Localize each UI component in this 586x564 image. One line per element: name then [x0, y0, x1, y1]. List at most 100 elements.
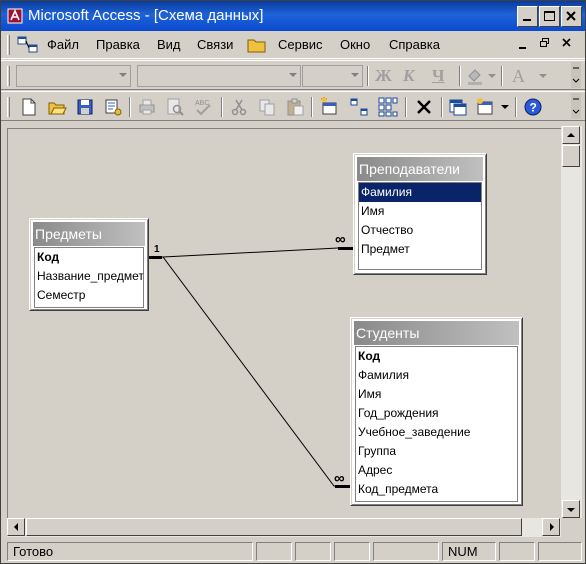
- dropdown-arrow-icon[interactable]: [488, 74, 496, 78]
- child-close-icon[interactable]: [561, 37, 573, 49]
- new-document-icon[interactable]: [19, 97, 39, 117]
- font-color-button[interactable]: A: [512, 66, 525, 87]
- show-table-icon[interactable]: [319, 97, 339, 117]
- cut-icon[interactable]: [229, 97, 249, 117]
- relationships-canvas[interactable]: 1 ∞ ∞ Предметы Код Название_предмета Сем…: [7, 128, 561, 518]
- spelling-icon[interactable]: ABC: [193, 97, 213, 117]
- delete-icon[interactable]: [414, 97, 434, 117]
- field-item[interactable]: Предмет: [359, 240, 481, 259]
- field-item[interactable]: Год_рождения: [356, 404, 517, 423]
- menu-window[interactable]: Окно: [340, 37, 370, 52]
- menu-view[interactable]: Вид: [157, 37, 181, 52]
- field-item[interactable]: Имя: [356, 385, 517, 404]
- relationships-window-icon[interactable]: [17, 35, 39, 55]
- field-item[interactable]: Код: [356, 347, 517, 366]
- toolbar-separator: [221, 97, 223, 117]
- table-teachers-title[interactable]: Преподаватели: [357, 157, 483, 181]
- field-item[interactable]: Название_предмета: [35, 267, 143, 286]
- print-preview-icon[interactable]: [165, 97, 185, 117]
- close-button[interactable]: [561, 6, 582, 27]
- vertical-scrollbar[interactable]: [561, 126, 582, 519]
- object-combo[interactable]: [16, 65, 131, 87]
- table-students-fields[interactable]: Код Фамилия Имя Год_рождения Учебное_зав…: [355, 346, 518, 502]
- menu-help[interactable]: Справка: [389, 37, 440, 52]
- vertical-scroll-thumb[interactable]: [562, 145, 580, 167]
- minimize-icon: [523, 19, 531, 21]
- title-bar[interactable]: Microsoft Access - [Схема данных]: [1, 1, 585, 31]
- relationship-line-students[interactable]: [148, 256, 351, 487]
- minimize-button[interactable]: [517, 6, 538, 27]
- horizontal-scrollbar[interactable]: [7, 518, 561, 537]
- scroll-corner: [561, 518, 582, 537]
- arrow-right-icon: [550, 523, 554, 531]
- toolbar-grip[interactable]: [7, 97, 10, 117]
- dropdown-arrow-icon[interactable]: [501, 105, 509, 109]
- window-title: Microsoft Access - [Схема данных]: [28, 7, 264, 24]
- table-students-title[interactable]: Студенты: [354, 321, 519, 345]
- access-app-icon[interactable]: [7, 8, 23, 24]
- paste-icon[interactable]: [285, 97, 305, 117]
- toolbar-options-chevron[interactable]: [571, 62, 581, 88]
- relationship-line-teachers[interactable]: [148, 247, 354, 258]
- scroll-right-button[interactable]: [542, 518, 560, 536]
- maximize-button[interactable]: [539, 6, 560, 27]
- field-item[interactable]: Группа: [356, 442, 517, 461]
- underline-button[interactable]: Ч: [432, 66, 444, 86]
- field-item[interactable]: Фамилия: [356, 366, 517, 385]
- scroll-left-button[interactable]: [7, 518, 25, 536]
- bold-button[interactable]: Ж: [375, 66, 392, 86]
- child-minimize-icon[interactable]: [517, 39, 529, 51]
- print-icon[interactable]: [137, 97, 157, 117]
- horizontal-scroll-thumb[interactable]: [26, 518, 522, 536]
- font-size-combo[interactable]: [302, 65, 363, 87]
- direct-relationships-icon[interactable]: [349, 97, 369, 117]
- menu-relations[interactable]: Связи: [197, 37, 233, 52]
- open-folder-icon[interactable]: [47, 97, 67, 117]
- table-subjects-fields[interactable]: Код Название_предмета Семестр: [34, 247, 144, 308]
- formatting-toolbar: Ж К Ч A: [1, 60, 585, 90]
- all-relationships-icon[interactable]: [378, 97, 398, 117]
- field-item[interactable]: Семестр: [35, 286, 143, 305]
- italic-button[interactable]: К: [403, 66, 415, 86]
- field-item[interactable]: Имя: [359, 202, 481, 221]
- scroll-up-button[interactable]: [562, 126, 580, 144]
- field-item[interactable]: Учебное_заведение: [356, 423, 517, 442]
- properties-icon[interactable]: [103, 97, 123, 117]
- toolbar-separator: [311, 97, 313, 117]
- toolbar-separator: [367, 66, 369, 86]
- table-teachers[interactable]: Преподаватели Фамилия Имя Отчество Предм…: [353, 153, 487, 275]
- status-panel: [538, 542, 582, 561]
- font-combo[interactable]: [137, 65, 301, 87]
- relation-many-label-teachers: ∞: [335, 231, 346, 248]
- status-panel: [334, 542, 370, 561]
- field-item[interactable]: Фамилия: [359, 183, 481, 202]
- menu-edit[interactable]: Правка: [96, 37, 140, 52]
- table-students[interactable]: Студенты Код Фамилия Имя Год_рождения Уч…: [350, 317, 523, 506]
- menu-tools[interactable]: Сервис: [278, 37, 323, 52]
- arrow-up-icon: [567, 133, 575, 137]
- menu-grip[interactable]: [7, 35, 10, 55]
- table-subjects-title[interactable]: Предметы: [33, 222, 145, 246]
- help-icon[interactable]: ?: [523, 97, 543, 117]
- field-item[interactable]: Адрес: [356, 461, 517, 480]
- field-item[interactable]: Код_предмета: [356, 480, 517, 499]
- table-subjects[interactable]: Предметы Код Название_предмета Семестр: [29, 218, 149, 311]
- fill-color-icon[interactable]: [465, 66, 485, 86]
- field-item[interactable]: Отчество: [359, 221, 481, 240]
- toolbar-options-chevron[interactable]: [571, 93, 581, 119]
- arrow-left-icon: [14, 523, 18, 531]
- child-restore-icon[interactable]: [539, 37, 551, 49]
- toolbar-grip[interactable]: [7, 66, 10, 86]
- scroll-down-button[interactable]: [562, 500, 580, 518]
- menu-file[interactable]: Файл: [47, 37, 79, 52]
- toolbar-separator: [441, 97, 443, 117]
- dropdown-arrow-icon[interactable]: [539, 74, 547, 78]
- toolbar-separator: [459, 66, 461, 86]
- copy-icon[interactable]: [257, 97, 277, 117]
- save-icon[interactable]: [75, 97, 95, 117]
- new-object-icon[interactable]: [475, 97, 495, 117]
- database-window-icon[interactable]: [448, 97, 468, 117]
- table-teachers-fields[interactable]: Фамилия Имя Отчество Предмет: [358, 182, 482, 270]
- folder-icon[interactable]: [247, 36, 267, 54]
- field-item[interactable]: Код: [35, 248, 143, 267]
